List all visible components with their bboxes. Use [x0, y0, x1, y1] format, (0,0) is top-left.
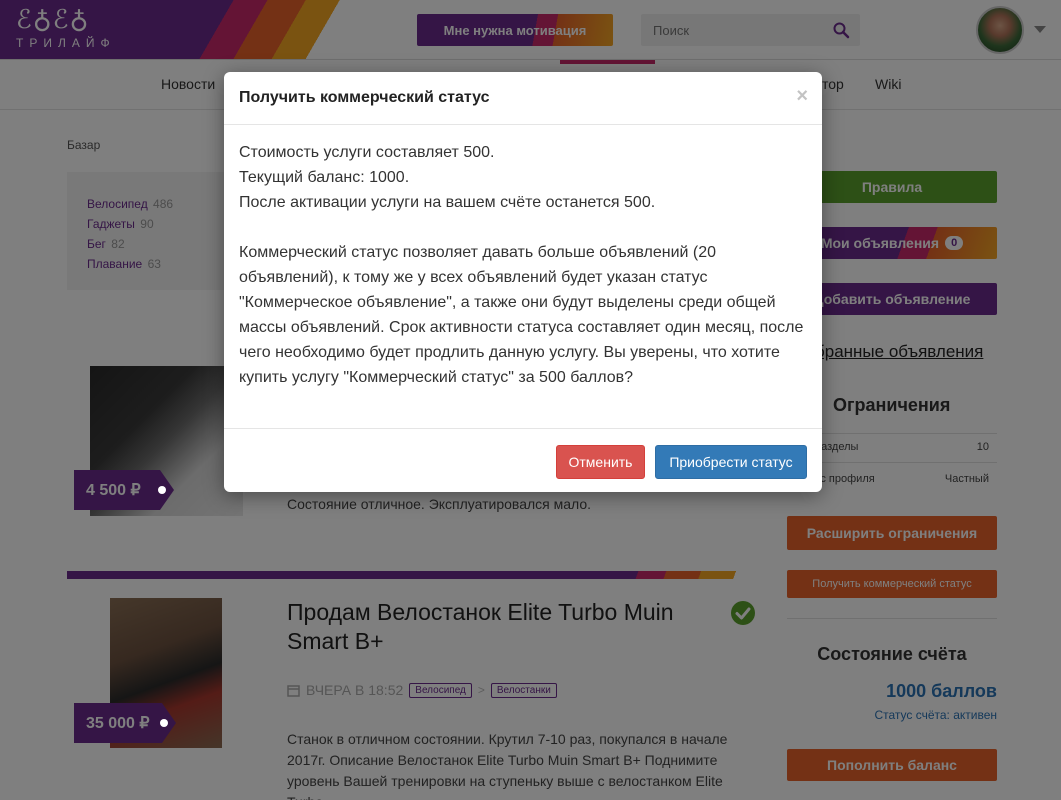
- modal-description: Коммерческий статус позволяет давать бол…: [239, 244, 804, 386]
- modal-footer: Отменить Приобрести статус: [224, 428, 822, 492]
- buy-status-button[interactable]: Приобрести статус: [655, 445, 807, 479]
- modal-cost-line: Стоимость услуги составляет 500.: [239, 144, 495, 161]
- modal-balance-line: Текущий баланс: 1000.: [239, 169, 410, 186]
- price-tag-hole-icon: [158, 486, 166, 494]
- close-icon[interactable]: ×: [796, 85, 808, 108]
- modal-title: Получить коммерческий статус: [239, 89, 490, 106]
- modal-after-line: После активации услуги на вашем счёте ос…: [239, 194, 656, 211]
- price-tag-hole-icon: [160, 719, 168, 727]
- modal-header: Получить коммерческий статус ×: [224, 72, 822, 125]
- modal-body: Стоимость услуги составляет 500. Текущий…: [239, 140, 807, 390]
- cancel-button[interactable]: Отменить: [556, 445, 645, 479]
- commercial-status-modal: Получить коммерческий статус × Стоимость…: [224, 72, 822, 492]
